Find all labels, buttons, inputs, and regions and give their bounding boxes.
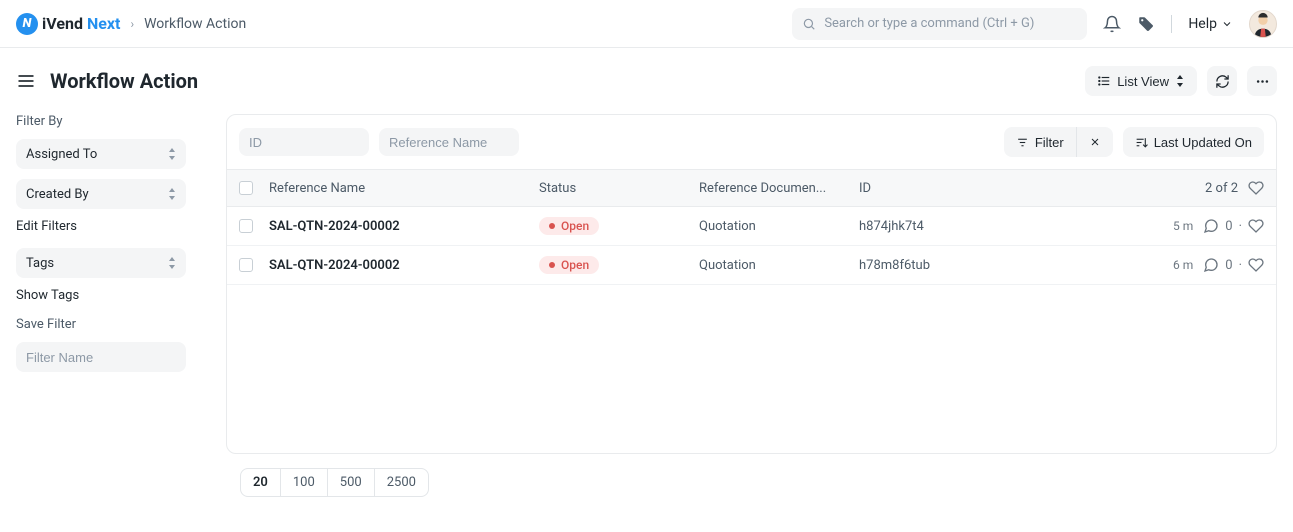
- top-navbar: N iVendNext › Workflow Action Search or …: [0, 0, 1293, 48]
- filters-sidebar: Filter By Assigned To Created By Edit Fi…: [16, 114, 226, 454]
- breadcrumb-separator-icon: ›: [130, 17, 134, 31]
- row-id: h78m8f6tub: [859, 258, 1114, 273]
- select-arrows-icon: [168, 148, 176, 160]
- tags-label: Tags: [26, 256, 54, 271]
- assigned-to-label: Assigned To: [26, 147, 97, 162]
- filter-name-input[interactable]: [16, 342, 186, 372]
- page-title: Workflow Action: [50, 69, 1085, 93]
- more-actions-button[interactable]: [1247, 66, 1277, 96]
- id-filter-input[interactable]: [239, 128, 369, 156]
- brand-text-1: iVend: [42, 14, 83, 33]
- help-label: Help: [1188, 16, 1217, 32]
- assigned-to-select[interactable]: Assigned To: [16, 139, 186, 169]
- meta-separator: ·: [1239, 258, 1242, 273]
- refresh-icon: [1215, 74, 1230, 89]
- list-card: Filter Last Updated On Reference Name St…: [226, 114, 1277, 454]
- table-row[interactable]: SAL-QTN-2024-00002 Open Quotation h874jh…: [227, 207, 1276, 246]
- filter-button-group: Filter: [1004, 127, 1113, 157]
- select-arrows-icon: [1175, 75, 1185, 87]
- meta-separator: ·: [1239, 219, 1242, 234]
- row-reference-name: SAL-QTN-2024-00002: [269, 258, 539, 273]
- row-timestamp: 5 m: [1173, 219, 1193, 233]
- nav-divider: [1171, 15, 1172, 33]
- filter-by-label: Filter By: [16, 114, 202, 129]
- row-reference-name: SAL-QTN-2024-00002: [269, 219, 539, 234]
- list-icon: [1097, 74, 1111, 88]
- chevron-down-icon: [1221, 18, 1233, 30]
- heart-icon[interactable]: [1248, 257, 1264, 273]
- user-avatar[interactable]: [1249, 10, 1277, 38]
- filter-label: Filter: [1035, 135, 1064, 150]
- row-timestamp: 6 m: [1173, 258, 1193, 272]
- row-id: h874jhk7t4: [859, 219, 1114, 234]
- created-by-label: Created By: [26, 187, 89, 202]
- col-header-id[interactable]: ID: [859, 181, 1114, 196]
- search-placeholder: Search or type a command (Ctrl + G): [824, 16, 1034, 31]
- select-arrows-icon: [168, 188, 176, 200]
- comment-icon[interactable]: [1203, 257, 1219, 273]
- pagination-bar: 20 100 500 2500: [226, 454, 443, 511]
- clear-filter-button[interactable]: [1076, 127, 1113, 157]
- status-text: Open: [561, 258, 589, 272]
- tag-icon[interactable]: [1137, 15, 1155, 33]
- row-comment-count: 0: [1225, 258, 1232, 273]
- heart-icon[interactable]: [1248, 218, 1264, 234]
- tags-select[interactable]: Tags: [16, 248, 186, 278]
- status-badge: Open: [539, 217, 599, 235]
- dots-horizontal-icon: [1255, 74, 1270, 89]
- row-checkbox[interactable]: [239, 258, 253, 272]
- created-by-select[interactable]: Created By: [16, 179, 186, 209]
- row-reference-document: Quotation: [699, 219, 859, 234]
- status-dot-icon: [549, 223, 555, 229]
- col-header-reference-document[interactable]: Reference Documen...: [699, 181, 859, 196]
- list-toolbar: Filter Last Updated On: [227, 115, 1276, 169]
- comment-icon[interactable]: [1203, 218, 1219, 234]
- filter-icon: [1016, 136, 1029, 149]
- list-header: Reference Name Status Reference Documen.…: [227, 169, 1276, 207]
- page-size-20[interactable]: 20: [241, 469, 281, 496]
- sort-label: Last Updated On: [1154, 135, 1252, 150]
- page-size-2500[interactable]: 2500: [375, 469, 428, 496]
- global-search[interactable]: Search or type a command (Ctrl + G): [792, 8, 1087, 40]
- page-header: Workflow Action List View: [0, 48, 1293, 114]
- row-comment-count: 0: [1225, 219, 1232, 234]
- select-arrows-icon: [168, 257, 176, 269]
- status-badge: Open: [539, 256, 599, 274]
- view-switcher[interactable]: List View: [1085, 66, 1197, 96]
- status-text: Open: [561, 219, 589, 233]
- filter-button[interactable]: Filter: [1004, 127, 1076, 157]
- row-reference-document: Quotation: [699, 258, 859, 273]
- refresh-button[interactable]: [1207, 66, 1237, 96]
- brand-text-2: Next: [87, 14, 120, 33]
- col-header-reference-name[interactable]: Reference Name: [269, 181, 539, 196]
- select-all-checkbox[interactable]: [239, 181, 253, 195]
- search-icon: [802, 17, 816, 31]
- row-count: 2 of 2: [1205, 181, 1238, 196]
- brand-mark-icon: N: [16, 13, 38, 35]
- sort-button[interactable]: Last Updated On: [1123, 127, 1264, 157]
- status-dot-icon: [549, 262, 555, 268]
- save-filter-label: Save Filter: [16, 317, 202, 332]
- table-row[interactable]: SAL-QTN-2024-00002 Open Quotation h78m8f…: [227, 246, 1276, 285]
- sort-icon: [1135, 136, 1148, 149]
- heart-icon[interactable]: [1248, 180, 1264, 196]
- notifications-icon[interactable]: [1103, 15, 1121, 33]
- show-tags-link[interactable]: Show Tags: [16, 288, 202, 303]
- row-checkbox[interactable]: [239, 219, 253, 233]
- breadcrumb-item[interactable]: Workflow Action: [144, 16, 246, 32]
- reference-name-filter-input[interactable]: [379, 128, 519, 156]
- page-size-500[interactable]: 500: [328, 469, 375, 496]
- edit-filters-link[interactable]: Edit Filters: [16, 219, 202, 234]
- close-icon: [1089, 136, 1101, 148]
- view-switcher-label: List View: [1117, 74, 1169, 89]
- help-menu[interactable]: Help: [1188, 16, 1233, 32]
- page-size-100[interactable]: 100: [281, 469, 328, 496]
- col-header-status[interactable]: Status: [539, 181, 699, 196]
- sidebar-toggle-icon[interactable]: [16, 71, 36, 91]
- brand-logo[interactable]: N iVendNext: [16, 13, 120, 35]
